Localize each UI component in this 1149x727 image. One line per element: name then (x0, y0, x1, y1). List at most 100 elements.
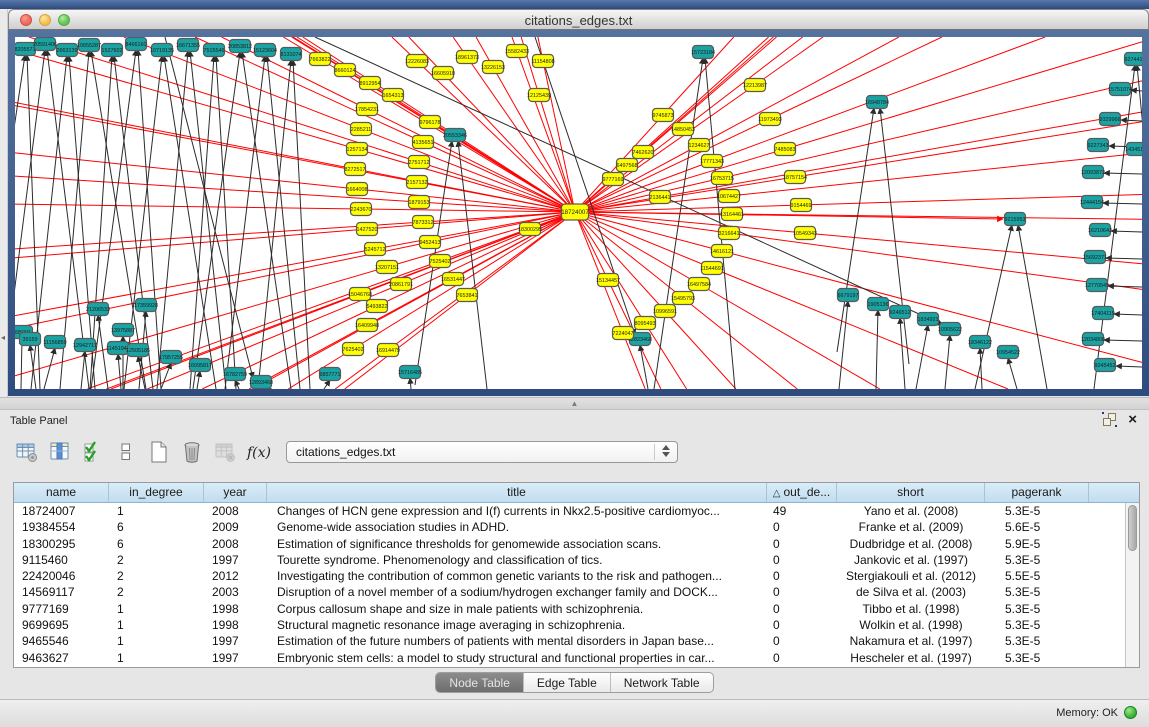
network-node[interactable]: 4135651 (413, 136, 434, 149)
network-node[interactable]: 18300295 (518, 223, 542, 236)
network-node[interactable]: 16497584 (687, 278, 711, 291)
network-node[interactable]: 15134457 (596, 274, 620, 287)
network-node[interactable]: 8095493 (635, 317, 656, 330)
network-node[interactable]: 16753715 (710, 172, 734, 185)
select-all-icon[interactable] (80, 439, 106, 465)
network-node[interactable]: 11154808 (531, 55, 554, 68)
network-node[interactable]: 7663822 (310, 53, 331, 66)
network-node[interactable]: 3216641 (719, 227, 740, 240)
network-node[interactable]: 1664008 (347, 183, 368, 196)
network-node[interactable]: 2157132 (407, 176, 428, 189)
panel-resize-divider[interactable]: ▲ (0, 397, 1149, 410)
network-node[interactable]: 9857771 (320, 368, 341, 381)
network-node[interactable]: 2663139 (57, 44, 78, 57)
network-node[interactable]: 15046768 (348, 288, 372, 301)
network-node[interactable]: 9274417 (1125, 53, 1143, 66)
network-node[interactable]: 12505185 (126, 344, 150, 357)
new-column-icon[interactable] (146, 439, 172, 465)
network-node[interactable]: 2136441 (650, 191, 671, 204)
column-header-short[interactable]: short (837, 483, 985, 502)
network-node[interactable]: 7462620 (633, 146, 654, 159)
float-panel-icon[interactable] (1103, 413, 1116, 426)
network-node[interactable]: 16095817 (188, 359, 212, 372)
network-node[interactable]: 9227343 (1088, 139, 1109, 152)
column-header-out-de-[interactable]: △out_de... (767, 483, 837, 502)
network-node[interactable]: 9245452 (1095, 359, 1116, 372)
network-node[interactable]: 17359928 (134, 299, 158, 312)
network-node[interactable]: 1427520 (357, 223, 378, 236)
network-node[interactable]: 12034808 (1081, 333, 1105, 346)
network-node[interactable]: 11973493 (758, 113, 782, 126)
network-node[interactable]: 10655287 (77, 39, 101, 52)
import-table-icon[interactable] (212, 439, 238, 465)
network-node[interactable]: 14345112 (1125, 143, 1142, 156)
network-node[interactable]: 7653841 (457, 289, 478, 302)
network-node[interactable]: 16914479 (376, 344, 400, 357)
memory-status-indicator[interactable] (1124, 706, 1137, 719)
column-visibility-icon[interactable] (47, 439, 73, 465)
network-canvas[interactable]: 8205571205914062663139106552871527602846… (15, 37, 1142, 389)
tab-network-table[interactable]: Network Table (610, 673, 713, 692)
network-node[interactable]: 18961373 (455, 51, 479, 64)
network-node[interactable]: 20861791 (389, 278, 413, 291)
network-node[interactable]: 10674427 (717, 190, 741, 203)
table-row[interactable]: 1938455462009Genome-wide association stu… (14, 519, 1125, 535)
table-row[interactable]: 969969511998Structural magnetic resonanc… (14, 617, 1125, 633)
network-node[interactable]: 1234627 (689, 139, 710, 152)
network-hub-node[interactable]: 18724007 (561, 204, 589, 220)
network-node[interactable]: 1879153 (409, 196, 430, 209)
network-node[interactable]: 11544691 (700, 262, 724, 275)
network-node[interactable]: 16782759 (223, 368, 247, 381)
network-node[interactable]: 9215953 (1005, 213, 1026, 226)
network-node[interactable]: 9154469 (791, 199, 812, 212)
row-boxes-icon[interactable] (113, 439, 139, 465)
network-node[interactable]: 17404119 (1091, 307, 1115, 320)
column-header-year[interactable]: year (204, 483, 267, 502)
network-node[interactable]: 16948784 (865, 96, 889, 109)
tab-node-table[interactable]: Node Table (436, 673, 523, 692)
network-node[interactable]: 15751074 (1108, 83, 1132, 96)
network-node[interactable]: 12125439 (527, 89, 551, 102)
network-node[interactable]: 13164461 (720, 208, 744, 221)
network-node[interactable]: 7515546 (204, 44, 225, 57)
network-node[interactable]: 17957255 (159, 351, 183, 364)
network-node[interactable]: 15123604 (253, 44, 277, 57)
table-mode-icon[interactable] (14, 439, 40, 465)
network-node[interactable]: 9329966 (1100, 113, 1121, 126)
table-row[interactable]: 946554611997Estimation of the future num… (14, 633, 1125, 649)
network-node[interactable]: 2751712 (409, 156, 430, 169)
network-node[interactable]: 39159 (20, 333, 41, 346)
network-node[interactable]: 8131074 (281, 48, 302, 61)
network-node[interactable]: 18346122 (968, 336, 992, 349)
network-node[interactable]: 17771343 (700, 155, 724, 168)
panel-handle-icon[interactable]: ◂ (1, 333, 5, 342)
network-node[interactable]: 10954522 (996, 346, 1020, 359)
network-node[interactable]: 13207151 (375, 261, 399, 274)
network-node[interactable]: 16210643 (1088, 224, 1112, 237)
network-node[interactable]: 10996591 (653, 305, 677, 318)
network-node[interactable]: 2285211 (351, 123, 372, 136)
tab-edge-table[interactable]: Edge Table (523, 673, 610, 692)
column-header-pagerank[interactable]: pagerank (985, 483, 1089, 502)
network-node[interactable]: 2243670 (351, 203, 372, 216)
table-row[interactable]: 1872400712008Changes of HCN gene express… (14, 503, 1125, 519)
table-scrollbar[interactable] (1125, 503, 1139, 667)
network-node[interactable]: 12893468 (249, 376, 273, 389)
network-node[interactable]: 10549343 (793, 227, 817, 240)
citation-network-graph[interactable]: 8205571205914062663139106552871527602846… (15, 37, 1142, 389)
table-row[interactable]: 1456911722003Disruption of a novel membe… (14, 584, 1125, 600)
network-node[interactable]: 7525402 (430, 255, 451, 268)
network-node[interactable]: 16409948 (355, 319, 379, 332)
network-node[interactable]: 9796178 (420, 116, 441, 129)
network-node[interactable]: 12444154 (1080, 196, 1104, 209)
network-node[interactable]: 20553346 (443, 129, 467, 142)
table-row[interactable]: 911546021997Tourette syndrome. Phenomeno… (14, 552, 1125, 568)
network-node[interactable]: 1654313 (383, 89, 404, 102)
network-node[interactable]: 15716485 (398, 366, 422, 379)
network-node[interactable]: 15582433 (505, 45, 529, 58)
network-node[interactable]: 5245712 (365, 243, 386, 256)
network-node[interactable]: 21206533 (86, 303, 110, 316)
network-node[interactable]: 12213987 (743, 79, 767, 92)
table-row[interactable]: 946362711997Embryonic stem cells: a mode… (14, 650, 1125, 666)
network-node[interactable]: 9246512 (890, 306, 911, 319)
